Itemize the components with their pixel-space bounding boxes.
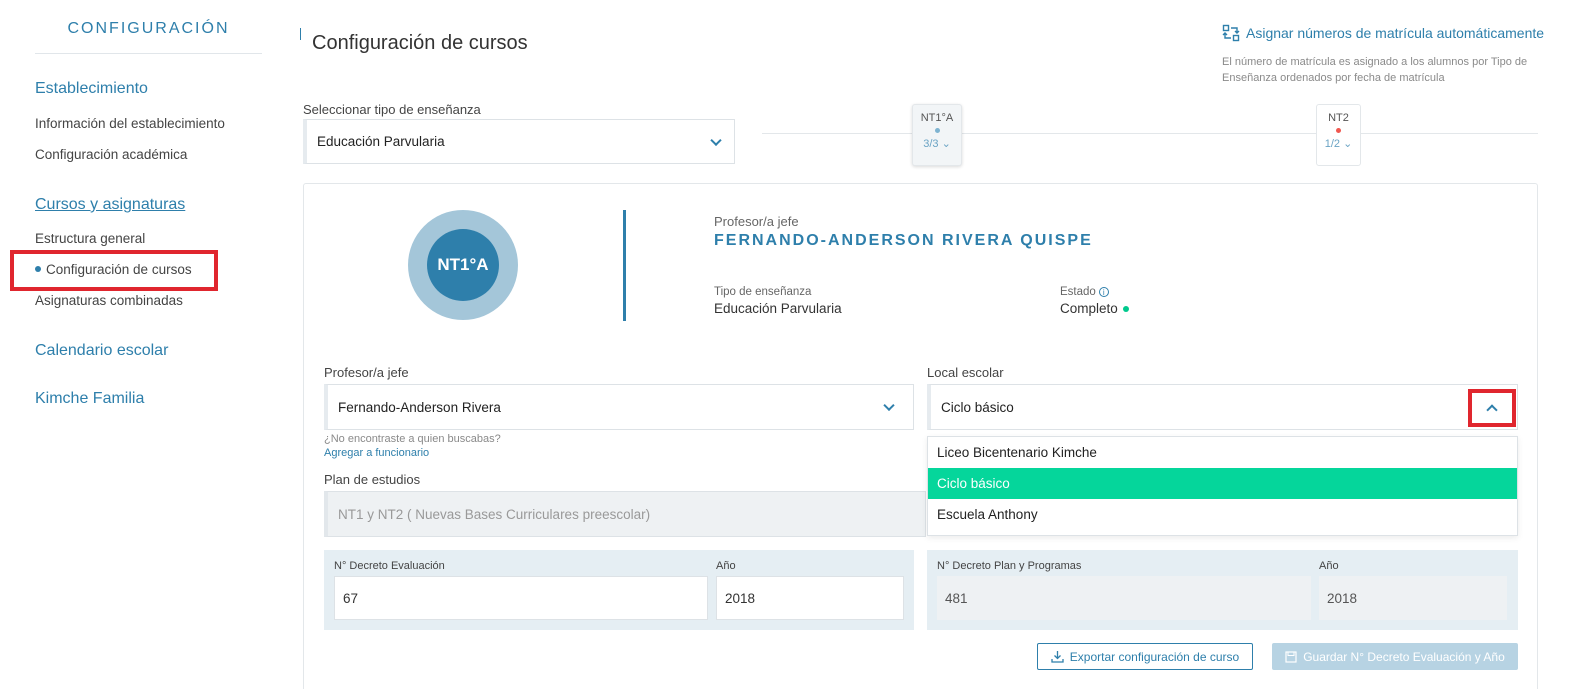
- course-status-dot: [934, 128, 940, 133]
- tipo-ensenanza-info-value: Educación Parvularia: [714, 301, 842, 316]
- plan-estudios-field: NT1 y NT2 ( Nuevas Bases Curriculares pr…: [324, 491, 926, 537]
- sidebar-item-config-academica[interactable]: Configuración académica: [35, 147, 187, 162]
- course-tab-count: 1/2: [1324, 138, 1340, 150]
- local-escolar-label: Local escolar: [927, 365, 1004, 380]
- prof-select-label: Profesor/a jefe: [324, 365, 409, 380]
- course-tab-nt1a[interactable]: NT1°A 3/3 ⌄: [912, 104, 962, 166]
- course-tab-count: 3/3: [923, 138, 939, 150]
- chevron-up-icon: [1486, 404, 1498, 416]
- download-icon: [1051, 651, 1064, 663]
- decreto-plan-year-label: Año: [1319, 560, 1339, 572]
- save-button-label: Guardar N° Decreto Evaluación y Año: [1303, 649, 1505, 664]
- dropdown-option[interactable]: Escuela Anthony: [928, 499, 1517, 530]
- estado-label: Estado: [1060, 286, 1096, 298]
- status-dot: [1122, 306, 1129, 313]
- card-divider: [623, 210, 626, 321]
- sidebar-item-estructura-general[interactable]: Estructura general: [35, 231, 145, 246]
- decreto-plan-panel: N° Decreto Plan y Programas 481 Año 2018: [927, 550, 1518, 630]
- estado-value: Completo: [1060, 301, 1118, 316]
- assign-link-label: Asignar números de matrícula automáticam…: [1246, 25, 1545, 41]
- sidebar-section-establecimiento[interactable]: Establecimiento: [35, 80, 148, 98]
- local-escolar-dropdown: Liceo Bicentenario Kimche Ciclo básico E…: [927, 436, 1518, 536]
- swap-icon: [1222, 24, 1240, 42]
- course-tabs-line: [762, 133, 1538, 134]
- page-title: Configuración de cursos: [312, 32, 528, 54]
- course-tab-nt2[interactable]: NT2 1/2 ⌄: [1316, 104, 1361, 166]
- dropdown-option-selected[interactable]: Ciclo básico: [928, 468, 1517, 499]
- estado-label-wrap: Estado i: [1060, 286, 1109, 298]
- highlight-box: [10, 250, 218, 291]
- decreto-plan-label: N° Decreto Plan y Programas: [937, 560, 1082, 572]
- plan-estudios-value: NT1 y NT2 ( Nuevas Bases Curriculares pr…: [338, 506, 651, 522]
- sidebar-divider: [35, 53, 262, 54]
- course-tab-name: NT1°A: [920, 112, 954, 124]
- add-staff-link[interactable]: Agregar a funcionario: [324, 447, 429, 459]
- chevron-down-icon: [883, 399, 895, 412]
- sidebar-item-info-establecimiento[interactable]: Información del establecimiento: [35, 116, 225, 131]
- estado-value-wrap: Completo: [1060, 301, 1129, 316]
- prof-jefe-name: FERNANDO-ANDERSON RIVERA QUISPE: [714, 232, 1093, 249]
- sidebar-section-kimche-familia[interactable]: Kimche Familia: [35, 390, 144, 408]
- course-tab-name: NT2: [1328, 112, 1349, 124]
- decreto-eval-year-label: Año: [716, 560, 736, 572]
- course-status-dot: [1336, 128, 1341, 133]
- chevron-down-icon: ⌄: [941, 138, 951, 150]
- sidebar-section-cursos-asignaturas[interactable]: Cursos y asignaturas: [35, 196, 185, 214]
- local-escolar-value: Ciclo básico: [941, 399, 1014, 415]
- prof-jefe-label: Profesor/a jefe: [714, 214, 799, 229]
- chevron-down-icon: ⌄: [1343, 138, 1353, 150]
- tipo-ensenanza-label: Seleccionar tipo de enseñanza: [303, 102, 481, 117]
- title-accent-bar: [300, 28, 301, 40]
- plan-estudios-label: Plan de estudios: [324, 472, 421, 487]
- sidebar-section-calendario-escolar[interactable]: Calendario escolar: [35, 342, 168, 360]
- tipo-ensenanza-select[interactable]: Educación Parvularia: [303, 119, 735, 164]
- not-found-hint: ¿No encontraste a quien buscabas?: [324, 433, 501, 445]
- export-config-button[interactable]: Exportar configuración de curso: [1037, 643, 1253, 670]
- dropdown-option[interactable]: Liceo Bicentenario Kimche: [928, 437, 1517, 468]
- decreto-eval-input[interactable]: 67: [334, 576, 708, 620]
- prof-jefe-value: Fernando-Anderson Rivera: [338, 399, 501, 415]
- course-avatar: NT1°A: [427, 229, 499, 301]
- decreto-eval-year-input[interactable]: 2018: [716, 576, 904, 620]
- tipo-ensenanza-value: Educación Parvularia: [317, 134, 445, 149]
- sidebar: CONFIGURACIÓN Establecimiento Informació…: [0, 0, 280, 689]
- decreto-plan-year-input: 2018: [1319, 576, 1507, 620]
- chevron-up-button[interactable]: [1468, 389, 1516, 427]
- decreto-evaluacion-panel: N° Decreto Evaluación 67 Año 2018: [324, 550, 914, 630]
- save-icon: [1285, 650, 1297, 663]
- sidebar-item-asignaturas-combinadas[interactable]: Asignaturas combinadas: [35, 293, 183, 308]
- export-button-label: Exportar configuración de curso: [1069, 649, 1240, 664]
- decreto-plan-input: 481: [937, 576, 1311, 620]
- chevron-down-icon: [710, 134, 722, 146]
- sidebar-title: CONFIGURACIÓN: [67, 20, 230, 37]
- assign-enrollment-numbers-link[interactable]: Asignar números de matrícula automáticam…: [1222, 24, 1544, 42]
- prof-jefe-select[interactable]: Fernando-Anderson Rivera: [324, 384, 914, 430]
- save-decree-button[interactable]: Guardar N° Decreto Evaluación y Año: [1272, 643, 1518, 670]
- decreto-eval-label: N° Decreto Evaluación: [334, 560, 445, 572]
- local-escolar-select[interactable]: Ciclo básico: [927, 384, 1518, 430]
- tipo-ensenanza-info-label: Tipo de enseñanza: [714, 286, 812, 298]
- assign-description: El número de matrícula es asignado a los…: [1222, 56, 1528, 84]
- info-icon[interactable]: i: [1098, 287, 1109, 297]
